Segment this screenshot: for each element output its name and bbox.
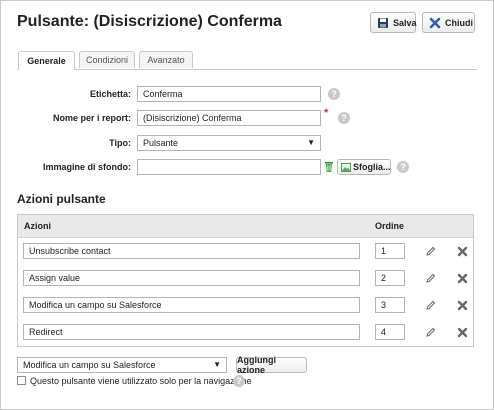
chevron-down-icon: ▼ — [213, 360, 221, 369]
pencil-icon[interactable] — [424, 326, 436, 338]
action-name-field[interactable]: Assign value — [23, 270, 360, 286]
delete-icon[interactable] — [456, 272, 468, 284]
add-action-select[interactable]: Modifica un campo su Salesforce ▼ — [17, 357, 227, 373]
browse-button[interactable]: Sfoglia... — [337, 159, 391, 175]
close-x-icon — [429, 17, 441, 29]
delete-icon[interactable] — [456, 326, 468, 338]
type-select-value: Pulsante — [143, 138, 179, 148]
report-name-field[interactable]: (Disiscrizione) Conferma — [137, 110, 321, 126]
add-action-select-value: Modifica un campo su Salesforce — [23, 360, 156, 370]
help-icon[interactable]: ? — [397, 161, 409, 173]
tab-condizioni[interactable]: Condizioni — [79, 51, 135, 68]
action-order-field[interactable]: 3 — [375, 297, 405, 313]
delete-icon[interactable] — [456, 245, 468, 257]
background-image-label: Immagine di sfondo: — [42, 162, 131, 172]
navigation-only-label: Questo pulsante viene utilizzato solo pe… — [30, 376, 252, 386]
save-button-label: Salva — [393, 17, 417, 28]
chevron-down-icon: ▼ — [307, 138, 315, 147]
navigation-only-checkbox[interactable] — [17, 376, 26, 385]
pencil-icon[interactable] — [424, 272, 436, 284]
help-icon[interactable]: ? — [233, 375, 245, 387]
add-action-button[interactable]: Aggiungi azione — [236, 355, 307, 375]
etichetta-field[interactable]: Conferma — [137, 86, 321, 102]
report-name-label: Nome per i report: — [52, 113, 131, 123]
etichetta-label: Etichetta: — [89, 89, 131, 99]
col-header-actions: Azioni — [24, 221, 51, 231]
image-icon — [341, 161, 351, 173]
help-icon[interactable]: ? — [338, 112, 350, 124]
pencil-icon[interactable] — [424, 245, 436, 257]
close-button[interactable]: Chiudi — [422, 12, 475, 33]
action-order-field[interactable]: 2 — [375, 270, 405, 286]
actions-table-header: Azioni Ordine — [18, 215, 473, 238]
actions-table: Azioni Ordine Unsubscribe contact 1 Assi… — [17, 214, 474, 347]
delete-icon[interactable] — [456, 299, 468, 311]
action-name-field[interactable]: Unsubscribe contact — [23, 243, 360, 259]
action-name-field[interactable]: Modifica un campo su Salesforce — [23, 297, 360, 313]
tab-avanzato[interactable]: Avanzato — [139, 51, 193, 68]
action-order-field[interactable]: 4 — [375, 324, 405, 340]
pencil-icon[interactable] — [424, 299, 436, 311]
actions-section-title: Azioni pulsante — [17, 192, 106, 206]
browse-button-label: Sfoglia... — [353, 162, 391, 172]
close-button-label: Chiudi — [445, 17, 473, 28]
tab-generale[interactable]: Generale — [18, 51, 75, 70]
floppy-disk-icon — [377, 17, 389, 29]
page-title: Pulsante: (Disiscrizione) Conferma — [17, 13, 282, 30]
trash-icon[interactable] — [323, 161, 335, 173]
required-star-icon: * — [324, 107, 329, 119]
tab-bar: Generale Condizioni Avanzato — [17, 51, 477, 70]
col-header-order: Ordine — [375, 221, 405, 231]
type-select[interactable]: Pulsante ▼ — [137, 135, 321, 151]
save-button[interactable]: Salva — [370, 12, 417, 33]
type-label: Tipo: — [109, 138, 131, 148]
background-image-field[interactable] — [137, 159, 321, 175]
action-name-field[interactable]: Redirect — [23, 324, 360, 340]
action-order-field[interactable]: 1 — [375, 243, 405, 259]
help-icon[interactable]: ? — [328, 88, 340, 100]
